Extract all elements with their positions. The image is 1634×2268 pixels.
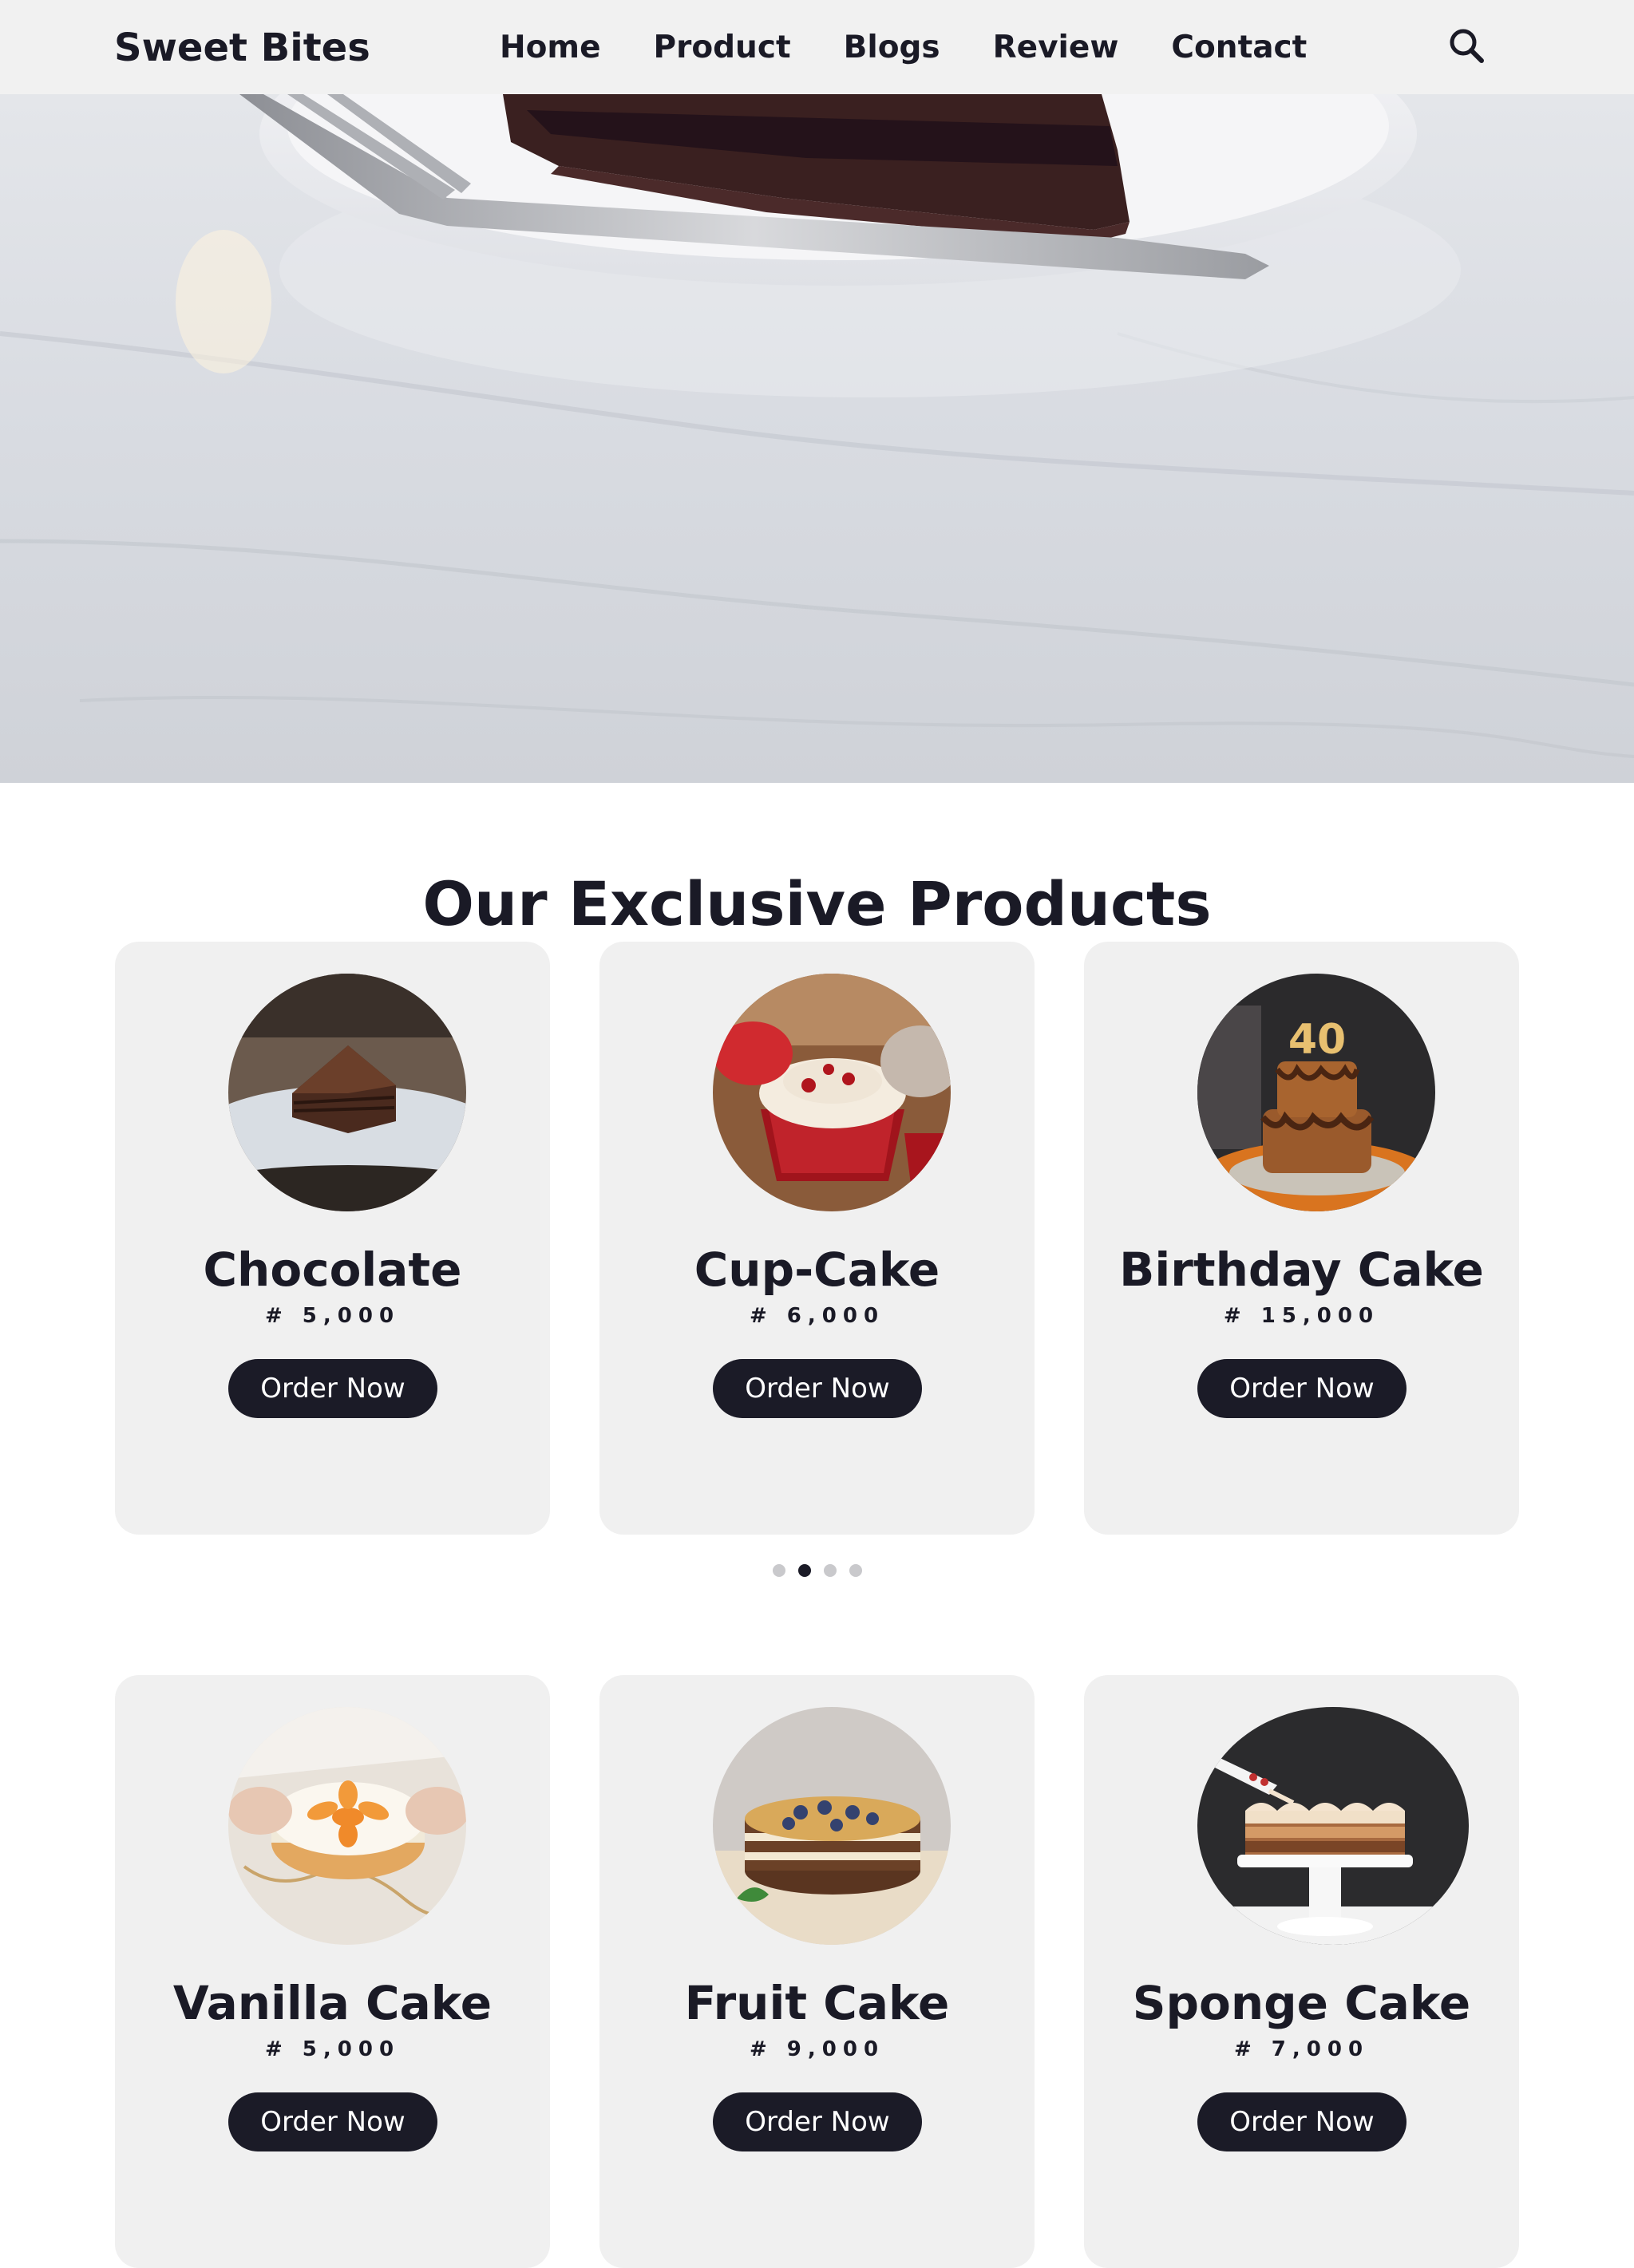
product-price: # 6,000 — [749, 1304, 885, 1328]
product-image — [713, 1707, 951, 1945]
product-image — [228, 974, 466, 1211]
product-image — [1197, 1707, 1469, 1945]
brand-logo[interactable]: Sweet Bites — [114, 24, 370, 72]
product-price: # 5,000 — [264, 1304, 401, 1328]
order-now-button[interactable]: Order Now — [713, 1359, 922, 1418]
product-price: # 5,000 — [264, 2037, 401, 2061]
product-name: Vanilla Cake — [172, 1976, 493, 2030]
product-image — [228, 1707, 466, 1945]
product-card-cupcake: Cup-Cake # 6,000 Order Now — [599, 942, 1035, 1535]
hero-cake-image — [0, 94, 1634, 758]
product-price: # 15,000 — [1223, 1304, 1380, 1328]
nav-link-contact[interactable]: Contact — [1171, 26, 1307, 69]
nav-link-review[interactable]: Review — [993, 26, 1119, 69]
product-name: Birthday Cake — [1119, 1243, 1484, 1297]
product-card-fruit-cake: Fruit Cake # 9,000 Order Now — [599, 1675, 1035, 2268]
product-image — [713, 974, 951, 1211]
slider-pagination — [0, 1564, 1634, 1577]
nav-link-home[interactable]: Home — [500, 26, 601, 69]
product-card-birthday-cake: 40 Birthday Cake # 15,000 Order Now — [1084, 942, 1519, 1535]
product-card-chocolate: Chocolate # 5,000 Order Now — [115, 942, 550, 1535]
product-name: Cup-Cake — [694, 1243, 940, 1297]
search-icon[interactable] — [1445, 24, 1490, 69]
product-card-sponge-cake: Sponge Cake # 7,000 Order Now — [1084, 1675, 1519, 2268]
product-name: Chocolate — [203, 1243, 462, 1297]
product-price: # 7,000 — [1233, 2037, 1370, 2061]
product-name: Fruit Cake — [684, 1976, 950, 2030]
main-nav: Home Product Blogs Review Contact — [500, 26, 1307, 69]
order-now-button[interactable]: Order Now — [228, 1359, 437, 1418]
slider-dot-2[interactable] — [797, 1564, 811, 1577]
order-now-button[interactable]: Order Now — [1197, 2092, 1407, 2151]
navbar: Sweet Bites Home Product Blogs Review Co… — [0, 0, 1634, 94]
slider-dot-3[interactable] — [823, 1564, 837, 1577]
order-now-button[interactable]: Order Now — [1197, 1359, 1407, 1418]
nav-link-blogs[interactable]: Blogs — [844, 26, 940, 69]
product-price: # 9,000 — [749, 2037, 885, 2061]
nav-link-product[interactable]: Product — [654, 26, 791, 69]
slider-dot-1[interactable] — [772, 1564, 785, 1577]
section-title: Our Exclusive Products — [422, 868, 1212, 940]
order-now-button[interactable]: Order Now — [228, 2092, 437, 2151]
order-now-button[interactable]: Order Now — [713, 2092, 922, 2151]
hero-banner — [0, 94, 1634, 783]
product-image: 40 — [1197, 974, 1435, 1211]
product-name: Sponge Cake — [1132, 1976, 1471, 2030]
slider-dot-4[interactable] — [849, 1564, 862, 1577]
product-card-vanilla-cake: Vanilla Cake # 5,000 Order Now — [115, 1675, 550, 2268]
svg-text:40: 40 — [1288, 1016, 1346, 1064]
